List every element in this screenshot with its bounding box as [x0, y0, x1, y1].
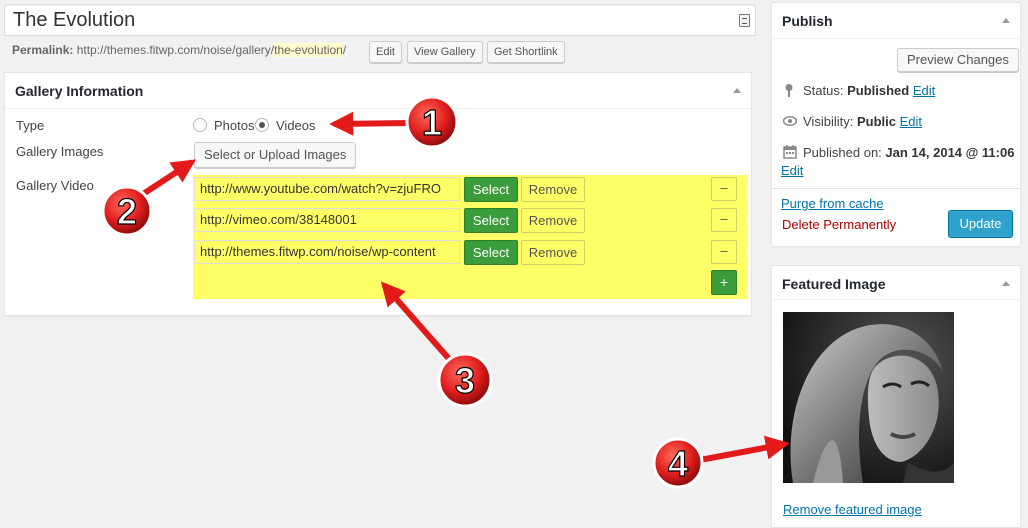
update-button[interactable]: Update [948, 210, 1013, 238]
eye-icon [783, 116, 797, 126]
permalink-label: Permalink: [12, 43, 74, 57]
featured-image-thumbnail[interactable] [783, 312, 954, 483]
type-videos-label[interactable]: Videos [276, 118, 316, 133]
select-video-button-1[interactable]: Select [464, 177, 518, 202]
media-toggle-icon[interactable] [739, 14, 750, 27]
publish-divider [772, 188, 1020, 189]
gallery-images-label: Gallery Images [16, 144, 104, 159]
status-row: Status: Published Edit [803, 83, 935, 98]
callout-number-4: 4 [668, 443, 688, 484]
publish-header[interactable]: Publish [772, 3, 1020, 39]
callout-arrow-4 [652, 435, 790, 489]
purge-cache-link-text[interactable]: Purge from cache [781, 196, 884, 211]
edit-permalink-button[interactable]: Edit [369, 41, 402, 63]
preview-changes-button[interactable]: Preview Changes [897, 48, 1019, 72]
video-url-input-1[interactable]: http://www.youtube.com/watch?v=zjuFRO [194, 177, 460, 201]
visibility-label: Visibility: [803, 114, 854, 129]
remove-featured-image-text[interactable]: Remove featured image [783, 502, 922, 517]
visibility-edit-link[interactable]: Edit [900, 114, 922, 129]
visibility-row: Visibility: Public Edit [803, 114, 922, 129]
published-edit-link[interactable]: Edit [781, 163, 803, 178]
gallery-information-header[interactable]: Gallery Information [5, 73, 751, 109]
permalink-base: http://themes.fitwp.com/noise/gallery/ [76, 43, 275, 57]
post-title-input[interactable]: The Evolution [4, 4, 756, 36]
published-value: Jan 14, 2014 @ 11:06 [885, 145, 1015, 160]
type-photos-label[interactable]: Photos [214, 118, 254, 133]
select-upload-images-button[interactable]: Select or Upload Images [194, 142, 357, 168]
featured-image-title: Featured Image [782, 276, 886, 292]
published-on-row: Published on: Jan 14, 2014 @ 11:06 [803, 145, 1014, 160]
post-title-text: The Evolution [13, 9, 136, 31]
permalink-row: Permalink: http://themes.fitwp.com/noise… [12, 43, 346, 57]
remove-video-button-3[interactable]: Remove [521, 240, 585, 265]
featured-image-header[interactable]: Featured Image [772, 266, 1020, 300]
collapse-arrow-icon[interactable] [1002, 18, 1010, 23]
visibility-value: Public [856, 114, 896, 129]
collapse-arrow-icon[interactable] [1002, 281, 1010, 286]
add-video-row-button[interactable]: + [711, 270, 737, 295]
type-photos-radio[interactable] [193, 118, 207, 132]
gallery-information-title: Gallery Information [15, 83, 144, 99]
remove-video-button-1[interactable]: Remove [521, 177, 585, 202]
remove-video-button-2[interactable]: Remove [521, 208, 585, 233]
callout-number-3: 3 [455, 360, 475, 401]
select-video-button-3[interactable]: Select [464, 240, 518, 265]
purge-cache-link[interactable]: Purge from cache [781, 196, 884, 211]
pin-icon [785, 84, 793, 97]
published-edit-link-text[interactable]: Edit [781, 163, 803, 178]
permalink-slug[interactable]: the-evolution [274, 43, 343, 57]
type-videos-radio[interactable] [255, 118, 269, 132]
calendar-icon [783, 145, 797, 159]
status-edit-link[interactable]: Edit [913, 83, 935, 98]
published-label: Published on: [803, 145, 882, 160]
view-gallery-button[interactable]: View Gallery [407, 41, 483, 63]
delete-permanently-link[interactable]: Delete Permanently [782, 217, 896, 232]
publish-title: Publish [782, 13, 833, 29]
gallery-video-label: Gallery Video [16, 178, 94, 193]
video-url-input-2[interactable]: http://vimeo.com/38148001 [194, 208, 460, 232]
remove-featured-image-link[interactable]: Remove featured image [783, 502, 922, 517]
video-url-input-3[interactable]: http://themes.fitwp.com/noise/wp-content [194, 240, 460, 264]
status-label: Status: [803, 83, 844, 98]
status-value: Published [847, 83, 910, 98]
type-label: Type [16, 118, 45, 133]
collapse-arrow-icon[interactable] [733, 88, 741, 93]
select-video-button-2[interactable]: Select [464, 208, 518, 233]
delete-row-button-3[interactable]: – [711, 240, 737, 264]
delete-row-button-1[interactable]: – [711, 177, 737, 201]
delete-permanently-text[interactable]: Delete Permanently [782, 217, 896, 232]
get-shortlink-button[interactable]: Get Shortlink [487, 41, 565, 63]
permalink-tail: / [342, 43, 347, 57]
delete-row-button-2[interactable]: – [711, 208, 737, 232]
